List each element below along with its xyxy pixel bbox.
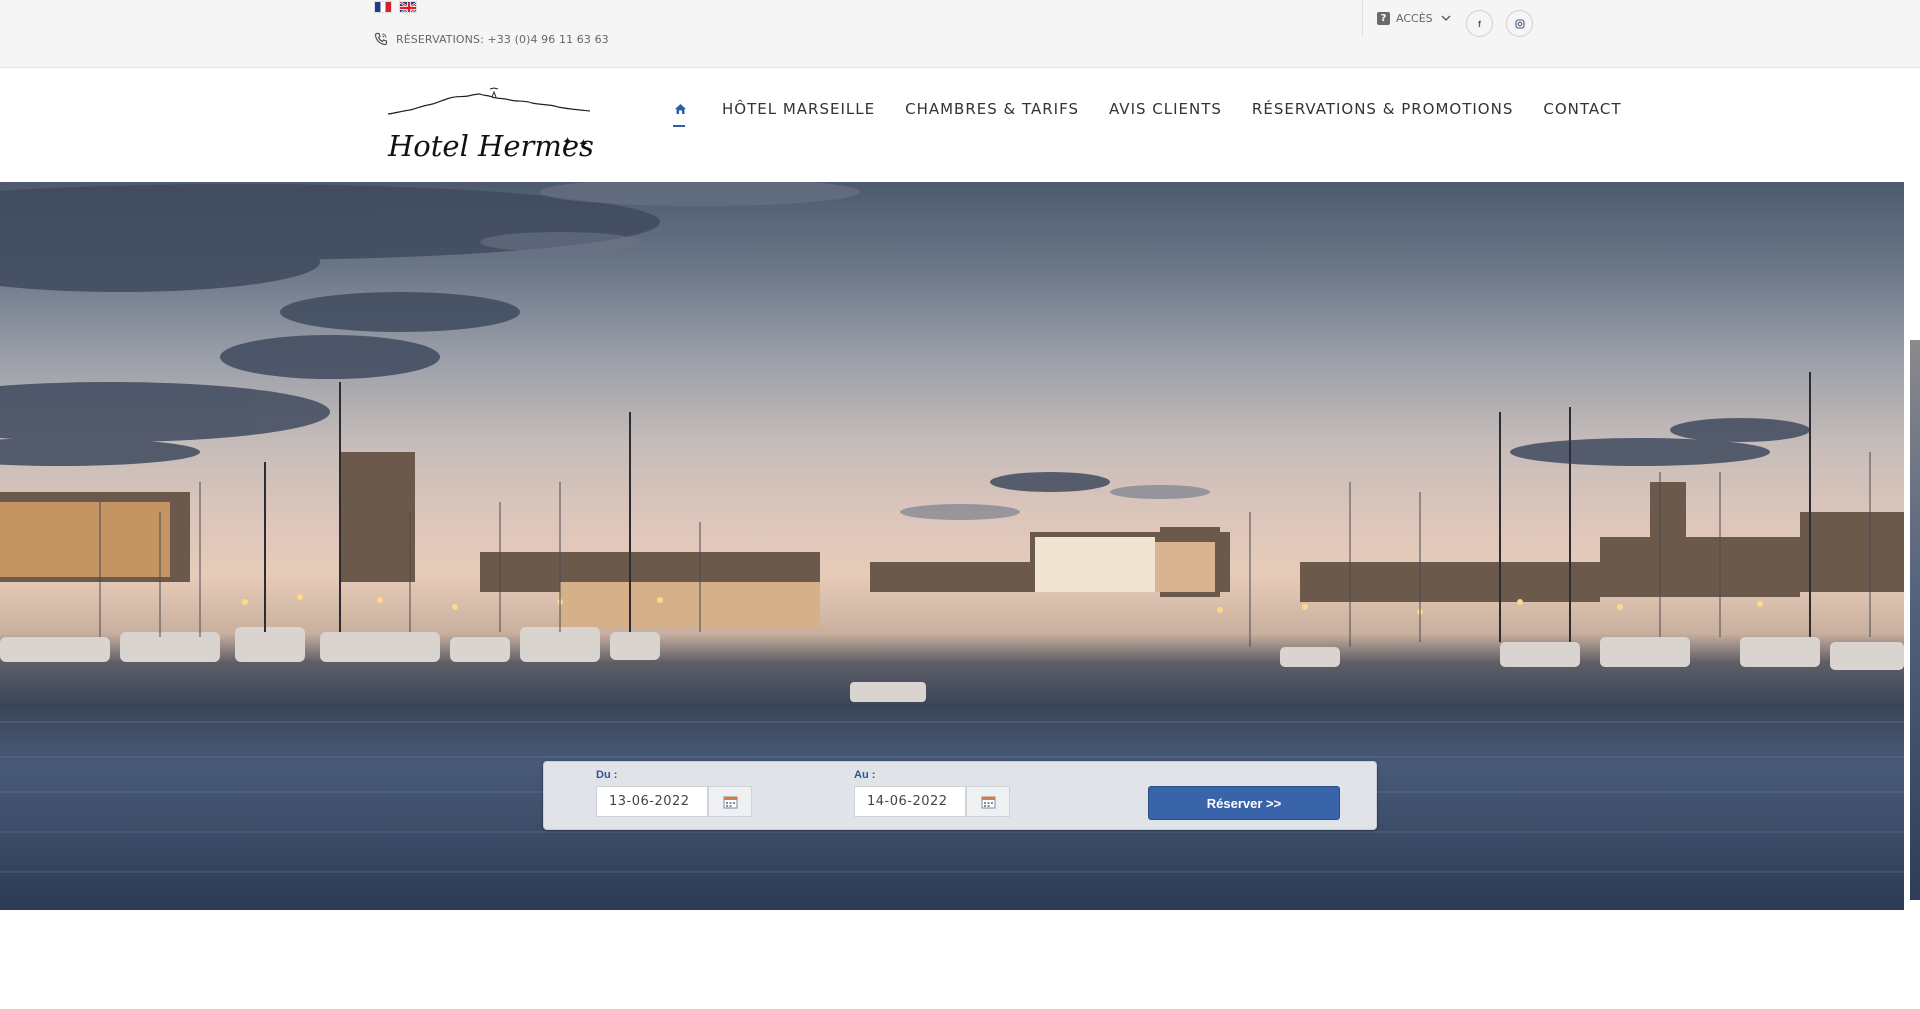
nav-avis-clients[interactable]: AVIS CLIENTS [1109, 100, 1222, 118]
language-switcher [374, 1, 417, 13]
to-date-input[interactable]: 14-06-2022 [854, 786, 966, 817]
phone-icon [374, 32, 388, 46]
nav-home[interactable] [672, 103, 688, 127]
home-icon [674, 104, 686, 114]
from-date-label: Du : [596, 769, 618, 781]
nav-reservations-promotions[interactable]: RÉSERVATIONS & PROMOTIONS [1252, 100, 1513, 118]
hotel-hermes-logo[interactable]: Hotel Hermes ✦ ✦ [384, 86, 594, 168]
reserve-button[interactable]: Réserver >> [1148, 786, 1340, 820]
calendar-icon [981, 796, 995, 808]
top-bar: RÉSERVATIONS: +33 (0)4 96 11 63 63 ? ACC… [0, 0, 1920, 68]
from-date-input[interactable]: 13-06-2022 [596, 786, 708, 817]
chevron-down-icon [1439, 13, 1453, 23]
instagram-icon[interactable] [1506, 10, 1533, 37]
to-calendar-button[interactable] [966, 786, 1010, 817]
svg-text:✦: ✦ [578, 137, 589, 152]
booking-form: Du : 13-06-2022 Au : 14-06-2022 Réserver… [543, 761, 1377, 830]
main-navigation: HÔTEL MARSEILLE CHAMBRES & TARIFS AVIS C… [672, 100, 1652, 127]
site-header: Hotel Hermes ✦ ✦ HÔTEL MARSEILLE CHAMBRE… [0, 68, 1920, 182]
acces-label: ACCÈS [1396, 11, 1433, 25]
acces-dropdown[interactable]: ? ACCÈS [1362, 0, 1453, 36]
reservations-label: RÉSERVATIONS: +33 (0)4 96 11 63 63 [396, 32, 609, 46]
calendar-icon [723, 796, 737, 808]
nav-contact[interactable]: CONTACT [1543, 100, 1621, 118]
from-calendar-button[interactable] [708, 786, 752, 817]
nav-hotel-marseille[interactable]: HÔTEL MARSEILLE [722, 100, 875, 118]
flag-fr-icon[interactable] [374, 1, 392, 13]
to-date-label: Au : [854, 769, 876, 781]
flag-en-icon[interactable] [399, 1, 417, 13]
question-icon: ? [1377, 11, 1390, 25]
reservations-phone[interactable]: RÉSERVATIONS: +33 (0)4 96 11 63 63 [374, 32, 609, 46]
nav-chambres-tarifs[interactable]: CHAMBRES & TARIFS [905, 100, 1079, 118]
facebook-icon[interactable]: f [1466, 10, 1493, 37]
next-slide-edge [1910, 340, 1920, 900]
svg-text:✦: ✦ [562, 135, 573, 150]
